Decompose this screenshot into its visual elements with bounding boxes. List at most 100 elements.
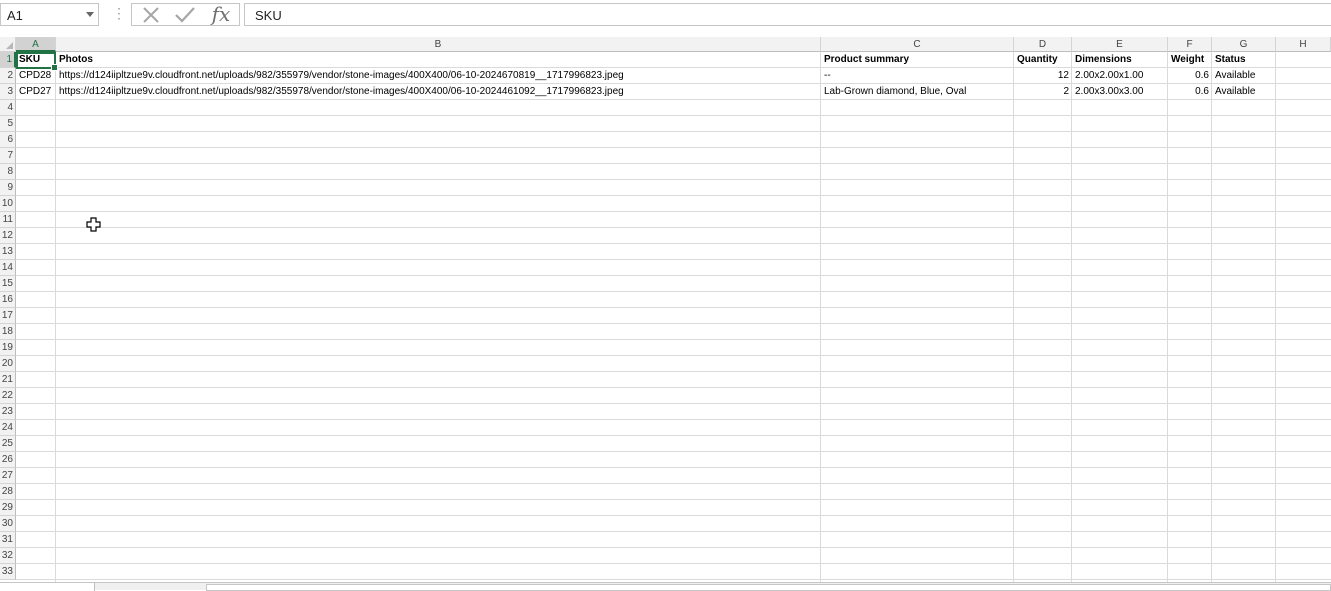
cell-c2[interactable]: --	[821, 68, 1014, 84]
name-box-value: A1	[7, 8, 23, 23]
row-gridline	[16, 483, 1331, 484]
row-gridline	[16, 227, 1331, 228]
column-header-h[interactable]: H	[1276, 37, 1331, 52]
formula-input-value: SKU	[255, 8, 282, 23]
row-header-27[interactable]: 27	[0, 468, 16, 484]
row-header-10[interactable]: 10	[0, 196, 16, 212]
select-all-button[interactable]	[0, 37, 16, 52]
row-gridline	[16, 147, 1331, 148]
cell-f3[interactable]: 0.6	[1168, 84, 1212, 100]
row-header-11[interactable]: 11	[0, 212, 16, 228]
row-gridline	[16, 515, 1331, 516]
row-header-26[interactable]: 26	[0, 452, 16, 468]
column-header-e[interactable]: E	[1072, 37, 1168, 52]
row-gridline	[16, 115, 1331, 116]
row-header-21[interactable]: 21	[0, 372, 16, 388]
row-gridline	[16, 403, 1331, 404]
cell-b2[interactable]: https://d124iipltzue9v.cloudfront.net/up…	[56, 68, 821, 84]
cell-g1[interactable]: Status	[1212, 52, 1276, 68]
row-header-25[interactable]: 25	[0, 436, 16, 452]
cell-f1[interactable]: Weight	[1168, 52, 1212, 68]
row-header-18[interactable]: 18	[0, 324, 16, 340]
row-header-16[interactable]: 16	[0, 292, 16, 308]
row-header-19[interactable]: 19	[0, 340, 16, 356]
row-header-7[interactable]: 7	[0, 148, 16, 164]
column-header-d[interactable]: D	[1014, 37, 1072, 52]
fill-handle[interactable]	[51, 64, 58, 71]
cell-e2[interactable]: 2.00x2.00x1.00	[1072, 68, 1168, 84]
cell-c1[interactable]: Product summary	[821, 52, 1014, 68]
column-header-b[interactable]: B	[56, 37, 821, 52]
spreadsheet-grid[interactable]: A B C D E F G H 1 2 3 4 5 6 7 8 9 10 11 12 13 14 15 16 1…	[0, 37, 1331, 582]
row-gridline	[16, 563, 1331, 564]
fx-icon[interactable]: fx	[206, 4, 236, 25]
row-header-5[interactable]: 5	[0, 116, 16, 132]
row-header-14[interactable]: 14	[0, 260, 16, 276]
row-header-33[interactable]: 33	[0, 564, 16, 580]
cell-a3[interactable]: CPD27	[16, 84, 56, 100]
cell-g3[interactable]: Available	[1212, 84, 1276, 100]
row-header-22[interactable]: 22	[0, 388, 16, 404]
row-header-4[interactable]: 4	[0, 100, 16, 116]
cell-b1[interactable]: Photos	[56, 52, 821, 68]
cell-a2[interactable]: CPD28	[16, 68, 56, 84]
row-header-23[interactable]: 23	[0, 404, 16, 420]
sheet-tab-bar	[0, 582, 1331, 591]
formula-bar: A1 ⋮ fx SKU	[0, 0, 1331, 33]
cell-c3[interactable]: Lab-Grown diamond, Blue, Oval	[821, 84, 1014, 100]
column-header-f[interactable]: F	[1168, 37, 1212, 52]
column-header-a[interactable]: A	[16, 37, 56, 52]
row-header-8[interactable]: 8	[0, 164, 16, 180]
row-header-2[interactable]: 2	[0, 68, 16, 84]
column-header-c[interactable]: C	[821, 37, 1014, 52]
name-box[interactable]: A1	[0, 3, 99, 26]
row-header-12[interactable]: 12	[0, 228, 16, 244]
row-gridline	[16, 195, 1331, 196]
select-all-icon	[6, 42, 13, 49]
row-header-13[interactable]: 13	[0, 244, 16, 260]
chevron-down-icon[interactable]	[86, 12, 94, 17]
row-header-3[interactable]: 3	[0, 84, 16, 100]
more-options-icon[interactable]: ⋮	[112, 6, 126, 20]
row-gridline	[16, 259, 1331, 260]
row-gridline	[16, 211, 1331, 212]
x-icon[interactable]	[136, 4, 166, 25]
row-header-32[interactable]: 32	[0, 548, 16, 564]
cell-e1[interactable]: Dimensions	[1072, 52, 1168, 68]
row-header-28[interactable]: 28	[0, 484, 16, 500]
row-gridline	[16, 131, 1331, 132]
row-gridline	[16, 179, 1331, 180]
cell-d3[interactable]: 2	[1014, 84, 1072, 100]
row-gridline	[16, 419, 1331, 420]
row-gridline	[16, 467, 1331, 468]
row-gridline	[16, 339, 1331, 340]
row-header-31[interactable]: 31	[0, 532, 16, 548]
row-gridline	[16, 307, 1331, 308]
formula-input[interactable]: SKU	[244, 3, 1331, 26]
row-header-15[interactable]: 15	[0, 276, 16, 292]
row-gridline	[16, 323, 1331, 324]
active-cell-selection[interactable]	[16, 52, 58, 71]
cell-g2[interactable]: Available	[1212, 68, 1276, 84]
row-gridline	[16, 579, 1331, 580]
column-header-g[interactable]: G	[1212, 37, 1276, 52]
row-gridline	[16, 243, 1331, 244]
cell-f2[interactable]: 0.6	[1168, 68, 1212, 84]
cell-b3[interactable]: https://d124iipltzue9v.cloudfront.net/up…	[56, 84, 821, 100]
row-header-17[interactable]: 17	[0, 308, 16, 324]
check-icon[interactable]	[170, 4, 200, 25]
row-header-1[interactable]: 1	[0, 52, 16, 68]
cell-d2[interactable]: 12	[1014, 68, 1072, 84]
row-header-29[interactable]: 29	[0, 500, 16, 516]
cell-e3[interactable]: 2.00x3.00x3.00	[1072, 84, 1168, 100]
row-gridline	[16, 531, 1331, 532]
row-header-20[interactable]: 20	[0, 356, 16, 372]
cell-d1[interactable]: Quantity	[1014, 52, 1072, 68]
row-header-9[interactable]: 9	[0, 180, 16, 196]
row-gridline	[16, 387, 1331, 388]
row-header-6[interactable]: 6	[0, 132, 16, 148]
formula-buttons: fx	[131, 3, 240, 26]
row-gridline	[16, 275, 1331, 276]
row-header-30[interactable]: 30	[0, 516, 16, 532]
row-header-24[interactable]: 24	[0, 420, 16, 436]
